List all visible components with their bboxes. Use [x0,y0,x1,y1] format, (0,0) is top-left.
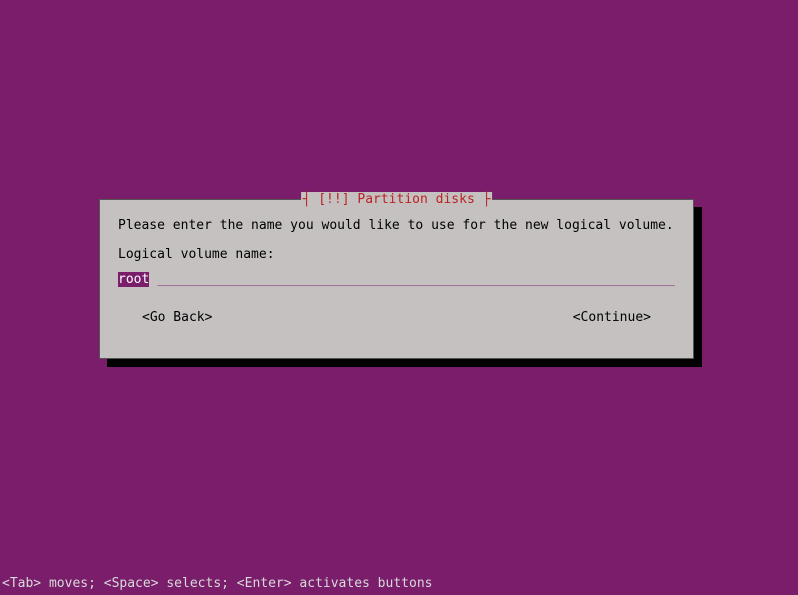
input-value: root [118,272,149,287]
dialog-title: ┤ [!!] Partition disks ├ [301,192,493,207]
title-decor-right: ├ [475,192,491,207]
field-label: Logical volume name: [118,247,675,262]
continue-button[interactable]: <Continue> [573,310,651,325]
go-back-button[interactable]: <Go Back> [142,310,212,325]
title-text: Partition disks [357,192,474,207]
logical-volume-name-input[interactable]: root ____________________________________… [118,272,675,288]
input-underline: ________________________________________… [157,272,675,287]
prompt-text: Please enter the name you would like to … [118,218,675,233]
title-alert-prefix: [!!] [318,192,357,207]
partition-dialog: ┤ [!!] Partition disks ├ Please enter th… [99,199,694,359]
footer-help-text: <Tab> moves; <Space> selects; <Enter> ac… [2,576,432,591]
dialog-content: Please enter the name you would like to … [100,200,693,325]
text-cursor [149,272,157,287]
title-decor-left: ┤ [303,192,319,207]
button-row: <Go Back> <Continue> [118,310,675,325]
